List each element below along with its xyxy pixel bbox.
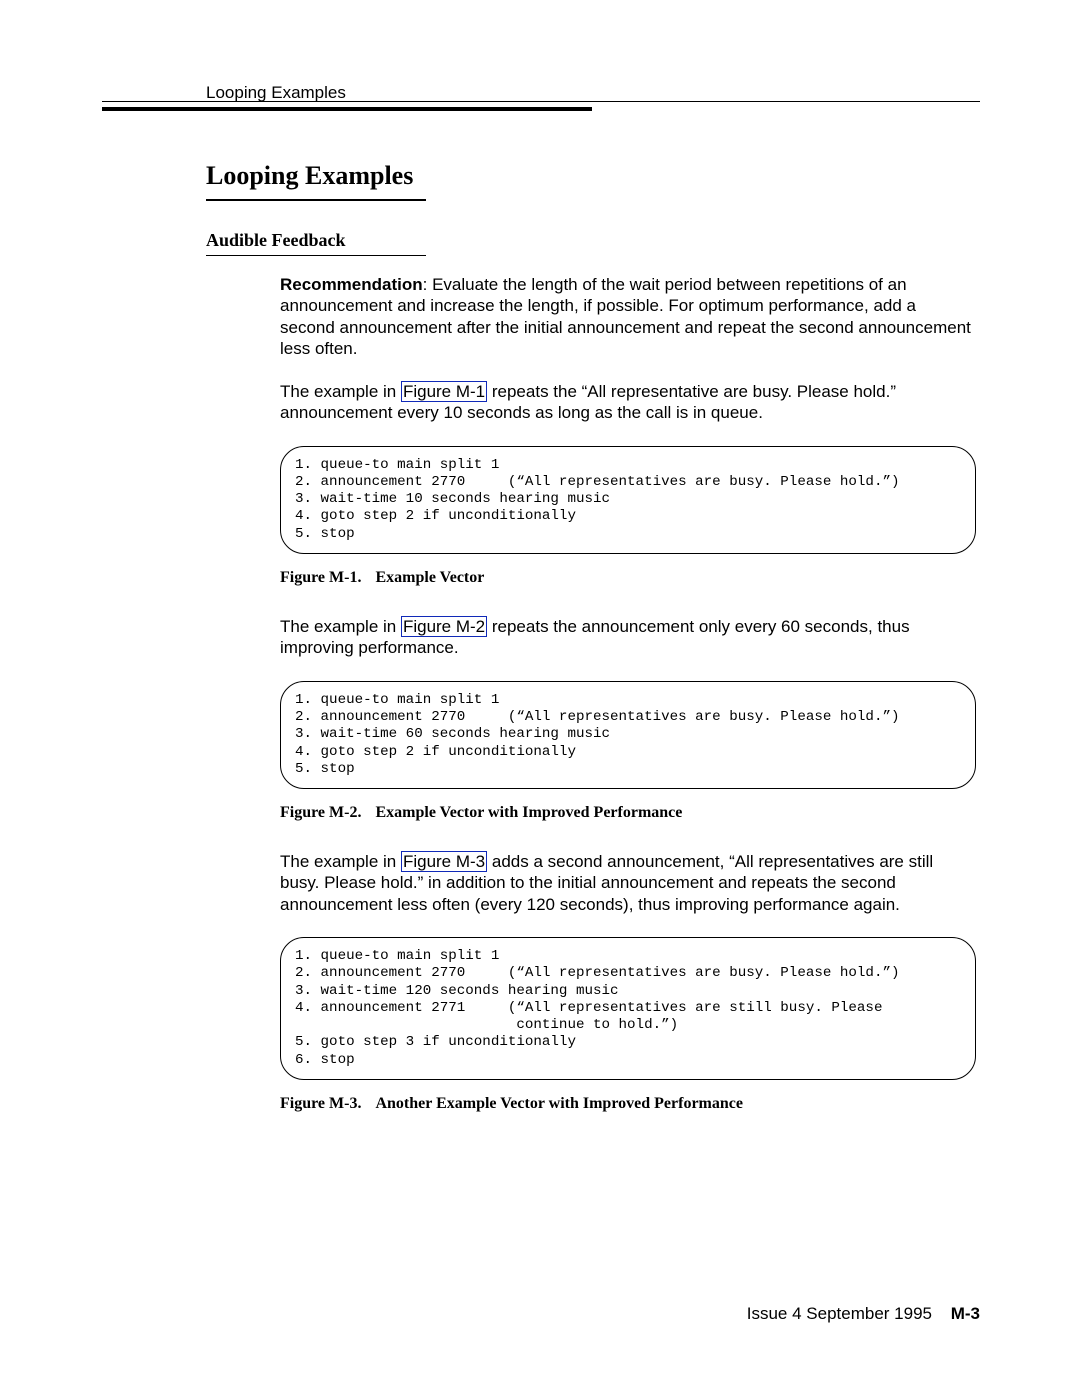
subsection-rule [206,255,426,256]
section-title: Looping Examples [206,160,976,193]
p3-before: The example in [280,617,401,636]
figure-m3-number: Figure M-3. [280,1095,361,1112]
figure-m3-code: 1. queue-to main split 1 2. announcement… [280,937,976,1080]
page: Looping Examples Looping Examples Audibl… [0,0,1080,1397]
figure-m3-link[interactable]: Figure M-3 [401,851,487,872]
recommendation-label: Recommendation [280,275,423,294]
figure-m1-link[interactable]: Figure M-1 [401,381,487,402]
paragraph-fig3-intro: The example in Figure M-3 adds a second … [280,851,974,915]
content-area: Looping Examples Audible Feedback Recomm… [206,150,976,1142]
figure-m1-caption: Figure M-1. Example Vector [280,568,974,588]
figure-m3-caption: Figure M-3. Another Example Vector with I… [280,1094,974,1114]
footer-issue: Issue 4 September 1995 [747,1304,932,1323]
figure-m2-title: Example Vector with Improved Performance [375,804,682,821]
top-rule-thick [102,107,592,111]
figure-m2-number: Figure M-2. [280,804,361,821]
figure-m1-title: Example Vector [375,569,484,586]
figure-m1-code: 1. queue-to main split 1 2. announcement… [280,446,976,555]
subsection-title: Audible Feedback [206,229,976,252]
paragraph-fig2-intro: The example in Figure M-2 repeats the an… [280,616,974,659]
body-block: Recommendation: Evaluate the length of t… [280,274,974,1114]
figure-m2-link[interactable]: Figure M-2 [401,616,487,637]
p2-before: The example in [280,382,401,401]
figure-m3-title: Another Example Vector with Improved Per… [375,1095,743,1112]
figure-m2-code: 1. queue-to main split 1 2. announcement… [280,681,976,790]
p4-before: The example in [280,852,401,871]
page-footer: Issue 4 September 1995 M-3 [747,1303,980,1324]
top-rule-thin [102,101,980,102]
figure-m1-number: Figure M-1. [280,569,361,586]
figure-m2-caption: Figure M-2. Example Vector with Improved … [280,803,974,823]
section-title-rule [206,199,426,201]
paragraph-recommendation: Recommendation: Evaluate the length of t… [280,274,974,359]
page-number: M-3 [951,1304,980,1323]
paragraph-fig1-intro: The example in Figure M-1 repeats the “A… [280,381,974,424]
